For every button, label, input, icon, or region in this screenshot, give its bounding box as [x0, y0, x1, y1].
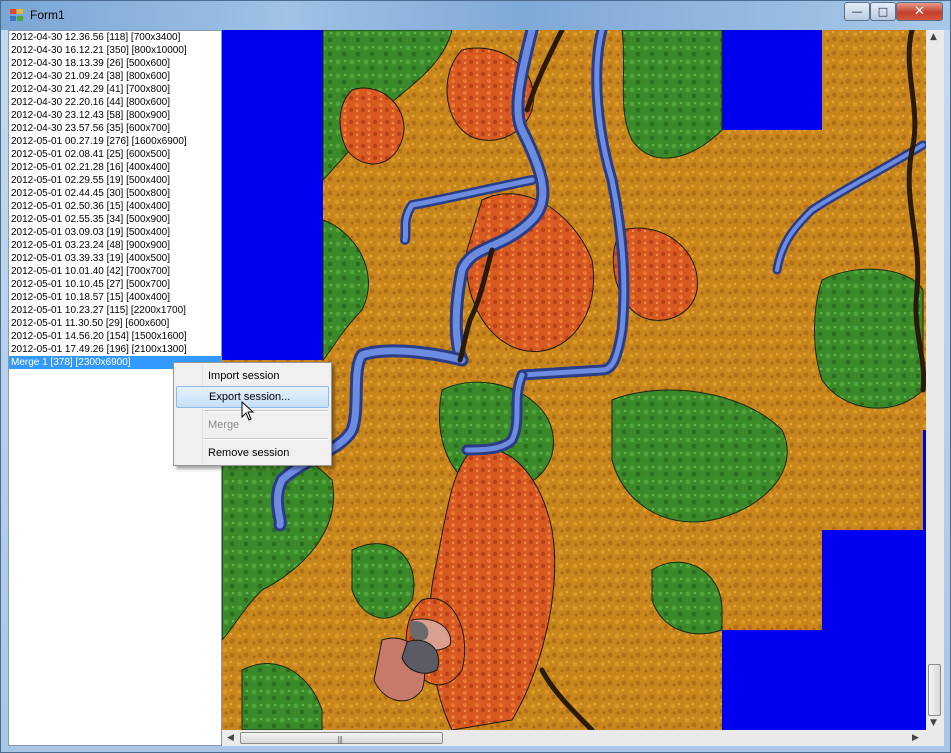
scroll-down-icon[interactable]: ▼ [930, 718, 937, 728]
list-item[interactable]: 2012-05-01 10.01.40 [42] [700x700] [9, 265, 221, 278]
list-item[interactable]: 2012-04-30 23.12.43 [58] [800x900] [9, 109, 221, 122]
list-item[interactable]: 2012-05-01 02.44.45 [30] [500x800] [9, 187, 221, 200]
list-item[interactable]: 2012-05-01 17.49.26 [196] [2100x1300] [9, 343, 221, 356]
list-item[interactable]: 2012-05-01 03.39.33 [19] [400x500] [9, 252, 221, 265]
list-item[interactable]: 2012-05-01 00.27.19 [276] [1600x6900] [9, 135, 221, 148]
menu-separator [204, 410, 328, 412]
maximize-button[interactable]: □ [870, 2, 896, 21]
app-icon[interactable] [10, 9, 24, 22]
close-button[interactable]: ✕ [896, 2, 943, 21]
list-item[interactable]: 2012-04-30 23.57.56 [35] [600x700] [9, 122, 221, 135]
menu-separator [204, 438, 328, 440]
title-bar[interactable]: Form1 — □ ✕ [1, 1, 950, 30]
list-item[interactable]: 2012-04-30 21.42.29 [41] [700x800] [9, 83, 221, 96]
list-item[interactable]: 2012-04-30 21.09.24 [38] [800x600] [9, 70, 221, 83]
import-session-item[interactable]: Import session [176, 365, 329, 387]
list-item[interactable]: 2012-04-30 12.36.56 [118] [700x3400] [9, 31, 221, 44]
horizontal-scrollbar[interactable]: ◀ ||| ▶ [222, 730, 926, 746]
mouse-cursor-icon [241, 401, 255, 421]
list-item[interactable]: 2012-05-01 03.09.03 [19] [500x400] [9, 226, 221, 239]
window-title: Form1 [30, 8, 65, 22]
list-item[interactable]: 2012-05-01 14.56.20 [154] [1500x1600] [9, 330, 221, 343]
list-item[interactable]: 2012-04-30 16.12.21 [350] [800x10000] [9, 44, 221, 57]
list-item[interactable]: 2012-05-01 02.29.55 [19] [500x400] [9, 174, 221, 187]
remove-session-item[interactable]: Remove session [176, 442, 329, 464]
vertical-scrollbar[interactable]: ▲ ▼ [926, 30, 944, 730]
list-item[interactable]: 2012-05-01 03.23.24 [48] [900x900] [9, 239, 221, 252]
horizontal-scroll-thumb[interactable]: ||| [240, 732, 443, 744]
application-window: Form1 — □ ✕ 2012-04-30 12.36.56 [118] [7… [0, 0, 951, 753]
scroll-left-icon[interactable]: ◀ [227, 733, 234, 743]
client-area: 2012-04-30 12.36.56 [118] [700x3400] 2012… [8, 30, 944, 746]
scroll-right-icon[interactable]: ▶ [912, 733, 919, 743]
list-item[interactable]: 2012-05-01 10.18.57 [15] [400x400] [9, 291, 221, 304]
scroll-up-icon[interactable]: ▲ [930, 32, 937, 42]
list-item[interactable]: 2012-05-01 10.10.45 [27] [500x700] [9, 278, 221, 291]
list-item[interactable]: 2012-05-01 11.30.50 [29] [600x600] [9, 317, 221, 330]
vertical-scroll-thumb[interactable] [928, 664, 941, 716]
list-item[interactable]: 2012-04-30 22.20.16 [44] [800x600] [9, 96, 221, 109]
list-item[interactable]: 2012-05-01 02.21.28 [16] [400x400] [9, 161, 221, 174]
scrollbar-corner [926, 730, 944, 746]
list-item[interactable]: 2012-05-01 02.50.36 [15] [400x400] [9, 200, 221, 213]
list-item[interactable]: 2012-05-01 02.08.41 [25] [600x500] [9, 148, 221, 161]
list-item[interactable]: 2012-04-30 18.13.39 [26] [500x600] [9, 57, 221, 70]
grip-icon: ||| [337, 735, 343, 744]
list-item[interactable]: 2012-05-01 10.23.27 [115] [2200x1700] [9, 304, 221, 317]
list-item[interactable]: 2012-05-01 02.55.35 [34] [500x900] [9, 213, 221, 226]
minimize-button[interactable]: — [844, 2, 870, 21]
